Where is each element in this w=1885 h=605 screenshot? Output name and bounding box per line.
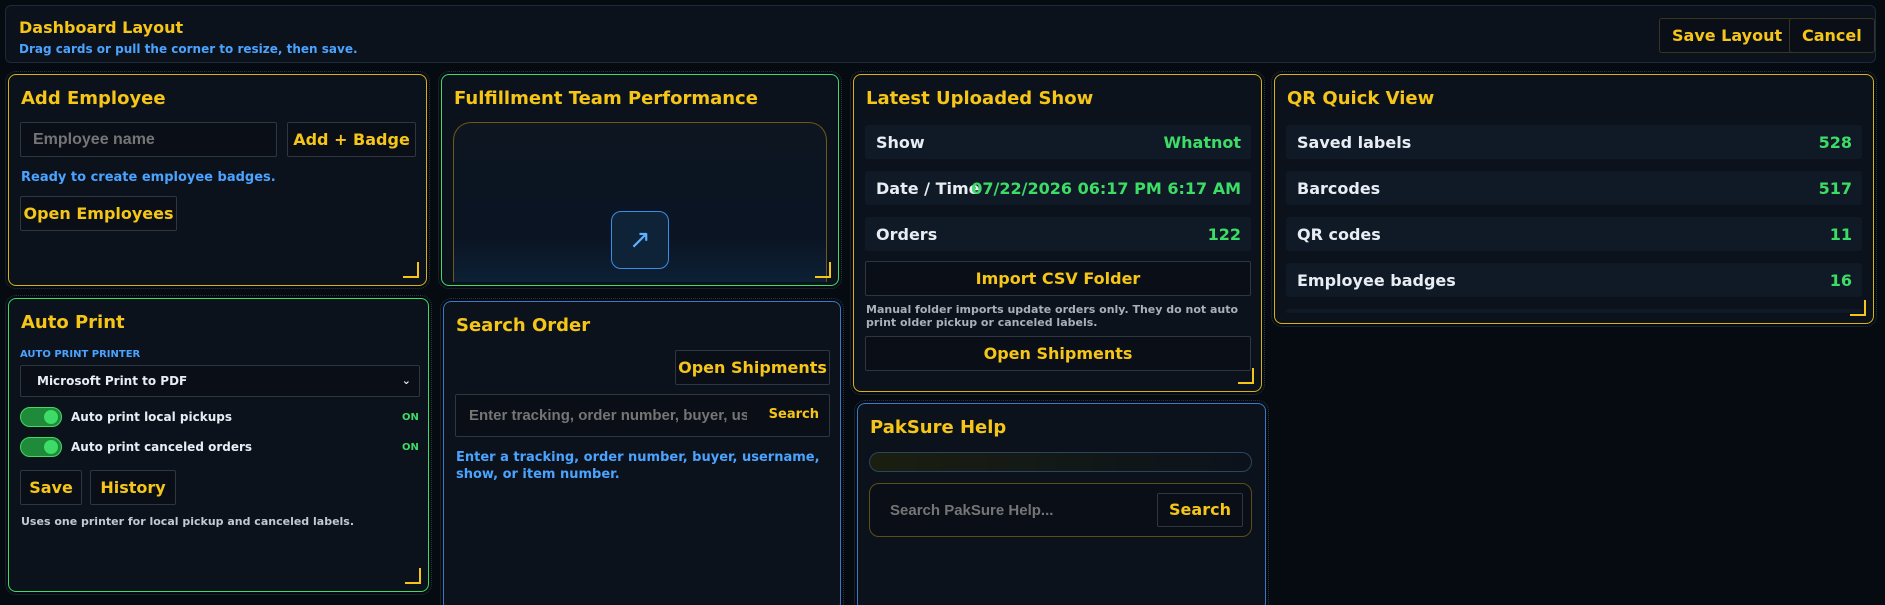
chart-placeholder: ↗ xyxy=(453,122,827,282)
dashboard-header: Dashboard Layout Drag cards or pull the … xyxy=(5,5,1876,63)
stat-row-partial xyxy=(1286,309,1862,313)
add-employee-card[interactable]: Add Employee Add + Badge Ready to create… xyxy=(5,71,430,289)
open-shipments-button[interactable]: Open Shipments xyxy=(675,350,830,385)
cancel-button[interactable]: Cancel xyxy=(1789,18,1875,53)
row-value: Whatnot xyxy=(1163,133,1241,152)
printer-label: AUTO PRINT PRINTER xyxy=(20,349,141,360)
printer-select-value: Microsoft Print to PDF xyxy=(37,374,188,388)
employee-name-input[interactable] xyxy=(20,122,277,157)
row-label: Employee badges xyxy=(1297,271,1456,290)
qr-quick-view-card[interactable]: QR Quick View Saved labels 528 Barcodes … xyxy=(1271,71,1877,327)
search-order-card[interactable]: Search Order Open Shipments Search Enter… xyxy=(440,298,844,605)
info-row-datetime: Date / Time 07/22/2026 06:17 PM 6:17 AM xyxy=(865,171,1251,205)
card-title: Search Order xyxy=(456,315,591,336)
import-note: Manual folder imports update orders only… xyxy=(866,303,1239,329)
add-badge-button[interactable]: Add + Badge xyxy=(287,122,416,157)
row-label: Orders xyxy=(876,225,938,244)
resize-handle[interactable] xyxy=(815,262,831,278)
help-progress-bar xyxy=(869,452,1252,472)
expand-icon[interactable]: ↗ xyxy=(611,211,669,269)
info-row-show: Show Whatnot xyxy=(865,125,1251,159)
stat-row-saved-labels: Saved labels 528 xyxy=(1286,125,1862,159)
page-title: Dashboard Layout xyxy=(19,18,184,37)
help-search-box: Search xyxy=(869,483,1252,537)
toggle-state: ON xyxy=(402,412,419,423)
search-hint: Enter a tracking, order number, buyer, u… xyxy=(456,450,820,482)
help-search-input[interactable] xyxy=(878,493,1148,527)
help-search-button[interactable]: Search xyxy=(1157,493,1243,527)
save-button[interactable]: Save xyxy=(20,470,82,505)
history-button[interactable]: History xyxy=(90,470,176,505)
card-title: Fulfillment Team Performance xyxy=(454,88,758,109)
resize-handle[interactable] xyxy=(1850,300,1866,316)
auto-print-card[interactable]: Auto Print AUTO PRINT PRINTER Microsoft … xyxy=(5,295,432,595)
resize-handle[interactable] xyxy=(405,568,421,584)
toggle-local-pickups[interactable] xyxy=(20,407,62,427)
page-subtitle: Drag cards or pull the corner to resize,… xyxy=(19,42,358,56)
stat-row-barcodes: Barcodes 517 xyxy=(1286,171,1862,205)
info-row-orders: Orders 122 xyxy=(865,217,1251,251)
row-label: Barcodes xyxy=(1297,179,1381,198)
stat-row-employee-badges: Employee badges 16 xyxy=(1286,263,1862,297)
stat-row-qr-codes: QR codes 11 xyxy=(1286,217,1862,251)
row-value: 07/22/2026 06:17 PM 6:17 AM xyxy=(971,179,1241,198)
order-search-button[interactable]: Search xyxy=(769,407,819,422)
save-layout-button[interactable]: Save Layout xyxy=(1659,18,1796,53)
order-search-box: Search xyxy=(455,394,830,437)
card-title: QR Quick View xyxy=(1287,88,1435,109)
card-title: PakSure Help xyxy=(870,417,1007,438)
order-search-input[interactable] xyxy=(457,396,747,435)
import-csv-button[interactable]: Import CSV Folder xyxy=(865,261,1251,296)
card-title: Add Employee xyxy=(21,88,166,109)
open-employees-button[interactable]: Open Employees xyxy=(20,196,177,231)
auto-print-note: Uses one printer for local pickup and ca… xyxy=(21,515,355,528)
fulfillment-card[interactable]: Fulfillment Team Performance ↗ xyxy=(438,71,842,289)
status-text: Ready to create employee badges. xyxy=(21,170,276,185)
toggle-state: ON xyxy=(402,442,419,453)
row-value: 517 xyxy=(1818,179,1852,198)
card-title: Auto Print xyxy=(21,312,125,333)
chevron-down-icon: ⌄ xyxy=(401,374,411,387)
row-label: Show xyxy=(876,133,925,152)
row-value: 11 xyxy=(1829,225,1852,244)
resize-handle[interactable] xyxy=(403,262,419,278)
row-label: Saved labels xyxy=(1297,133,1412,152)
row-value: 122 xyxy=(1207,225,1241,244)
row-label: Date / Time xyxy=(876,179,980,198)
row-value: 16 xyxy=(1829,271,1852,290)
row-value: 528 xyxy=(1818,133,1852,152)
open-shipments-button[interactable]: Open Shipments xyxy=(865,336,1251,371)
toggle-label: Auto print canceled orders xyxy=(71,440,253,454)
latest-show-card[interactable]: Latest Uploaded Show Show Whatnot Date /… xyxy=(850,71,1265,395)
paksure-help-card[interactable]: PakSure Help Search xyxy=(854,400,1269,605)
row-label: QR codes xyxy=(1297,225,1381,244)
resize-handle[interactable] xyxy=(1238,368,1254,384)
printer-select[interactable]: Microsoft Print to PDF ⌄ xyxy=(20,365,420,397)
card-title: Latest Uploaded Show xyxy=(866,88,1094,109)
toggle-label: Auto print local pickups xyxy=(71,410,232,424)
toggle-canceled-orders[interactable] xyxy=(20,437,62,457)
